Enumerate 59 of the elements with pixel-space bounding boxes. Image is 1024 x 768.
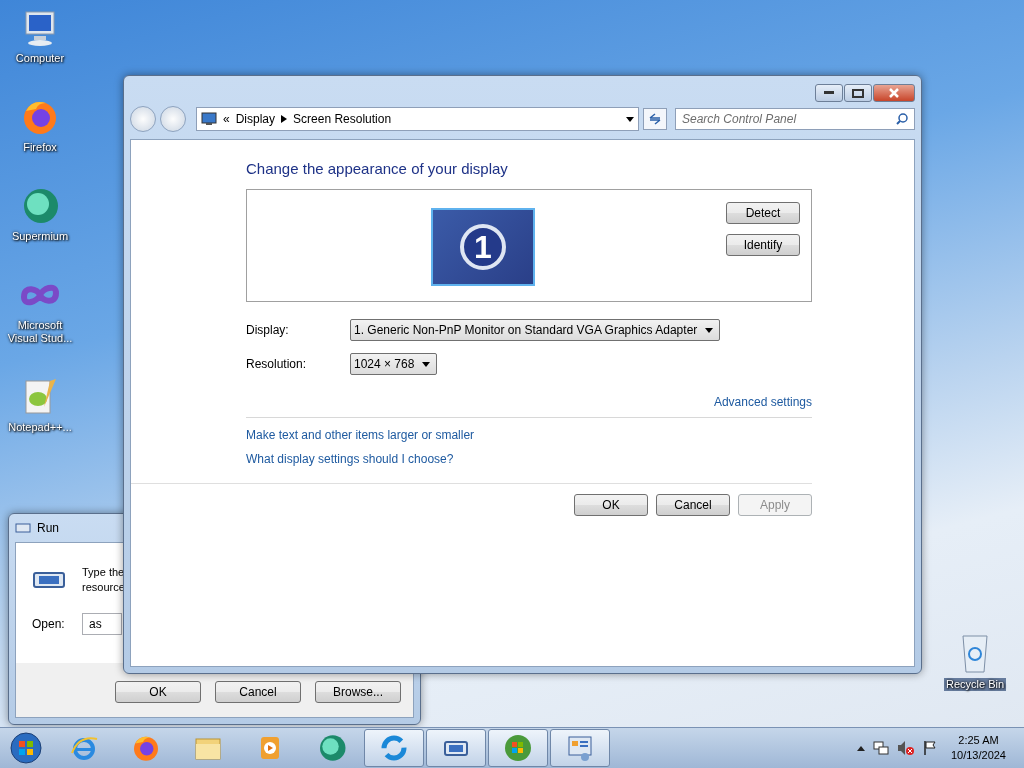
arrow-icon <box>281 115 288 123</box>
monitor-icon <box>201 112 217 126</box>
taskbar-button[interactable] <box>550 729 610 767</box>
dropdown-arrow-icon <box>422 361 431 367</box>
advanced-settings-link[interactable]: Advanced settings <box>713 395 812 409</box>
breadcrumb-item[interactable]: Display <box>235 112 276 126</box>
sync-icon <box>379 733 409 763</box>
prompt-text: Type the resource <box>82 565 125 595</box>
dialog-button[interactable]: Cancel <box>215 681 301 703</box>
address-bar[interactable]: « Display Screen Resolution <box>196 107 639 131</box>
close-button[interactable] <box>873 84 915 102</box>
globe-icon <box>317 733 347 763</box>
forward-button[interactable] <box>160 106 186 132</box>
preview-button[interactable]: Detect <box>726 202 800 224</box>
clock[interactable]: 2:25 AM 10/13/2024 <box>950 733 1006 763</box>
dropdown[interactable]: 1024 × 768 <box>350 353 438 375</box>
back-button[interactable] <box>130 106 156 132</box>
field-label: Display: <box>246 323 290 337</box>
taskbar-button[interactable] <box>426 729 486 767</box>
page-heading: Change the appearance of your display <box>246 160 509 177</box>
preview-button[interactable]: Identify <box>726 234 800 256</box>
dialog-button[interactable]: Cancel <box>656 494 730 516</box>
maximize-icon <box>852 88 864 98</box>
open-field[interactable]: as <box>82 613 122 635</box>
maximize-button[interactable] <box>844 84 872 102</box>
run-icon <box>15 522 31 534</box>
flag-icon[interactable] <box>922 740 937 756</box>
dropdown-arrow-icon <box>705 327 714 333</box>
refresh-icon <box>648 113 662 125</box>
network-icon[interactable] <box>872 740 889 756</box>
show-hidden-icons-button[interactable] <box>856 745 865 751</box>
dialog-button[interactable]: OK <box>574 494 648 516</box>
desktop-icon-label[interactable]: Recycle Bin <box>943 678 1007 691</box>
dialog-button[interactable]: Browse... <box>315 681 401 703</box>
time-text: 2:25 AM <box>958 733 999 748</box>
dropdown-arrow-icon <box>626 116 634 122</box>
breadcrumb-chevron[interactable]: « <box>223 112 230 126</box>
window-title: Run <box>37 521 59 535</box>
speaker-muted-icon[interactable] <box>896 740 915 756</box>
minimize-button[interactable] <box>815 84 843 102</box>
refresh-button[interactable] <box>643 108 667 130</box>
date-text: 10/13/2024 <box>950 748 1006 763</box>
monitor-number: 1 <box>460 224 506 270</box>
windows-logo-icon <box>503 733 533 763</box>
dialog-button[interactable]: OK <box>115 681 201 703</box>
control-panel-icon <box>565 733 595 763</box>
search-icon <box>896 113 908 125</box>
minimize-icon <box>824 91 834 95</box>
taskbar-button[interactable] <box>488 729 548 767</box>
open-label: Open: <box>32 617 66 631</box>
breadcrumb-item[interactable]: Screen Resolution <box>293 112 392 126</box>
help-link[interactable]: What display settings should I choose? <box>246 452 454 466</box>
close-icon <box>889 88 899 98</box>
help-link[interactable]: Make text and other items larger or smaller <box>246 428 475 442</box>
run-icon <box>32 570 66 590</box>
search-field[interactable]: Search Control Panel <box>675 108 915 130</box>
field-label: Resolution: <box>246 357 308 371</box>
taskbar-button[interactable] <box>364 729 424 767</box>
dropdown[interactable]: 1. Generic Non-PnP Monitor on Standard VGA Graphics Adapter <box>350 319 721 341</box>
